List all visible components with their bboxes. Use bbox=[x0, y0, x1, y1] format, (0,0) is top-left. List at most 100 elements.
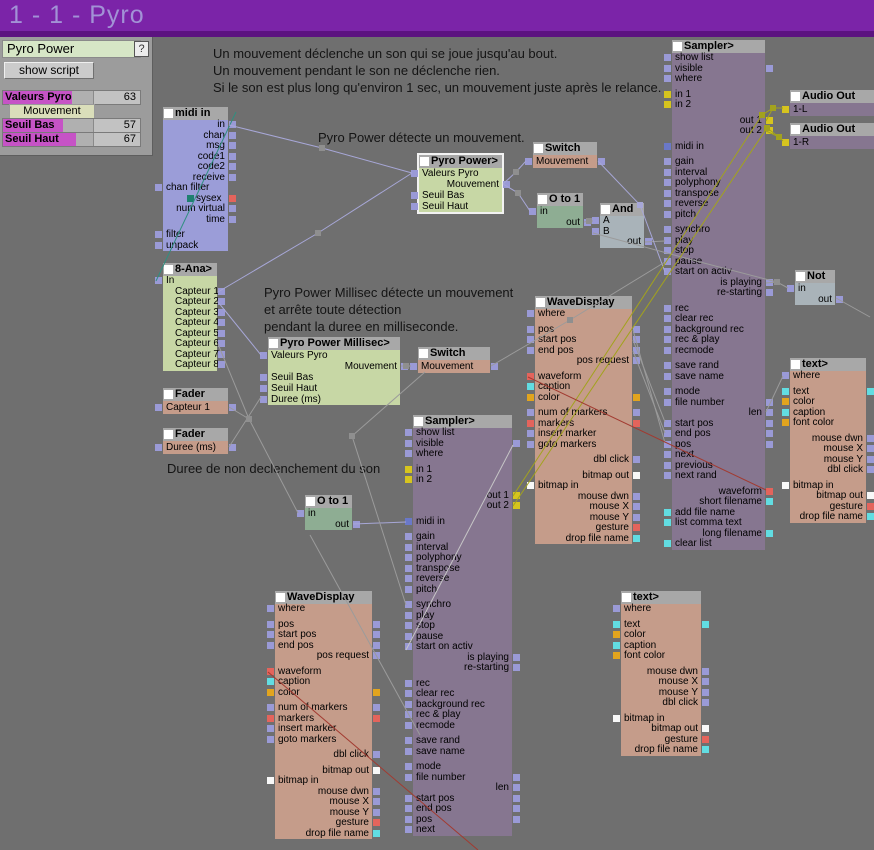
port-seuil-bas-left[interactable] bbox=[260, 374, 267, 381]
port-pos-left[interactable] bbox=[405, 816, 412, 823]
port-in-right[interactable] bbox=[229, 121, 236, 128]
panel-button-mouvement[interactable]: Mouvement bbox=[9, 104, 95, 119]
module-title-bar[interactable]: Not bbox=[795, 270, 835, 283]
port-waveform-right[interactable] bbox=[766, 488, 773, 495]
port-visible-right[interactable] bbox=[766, 65, 773, 72]
port-1-r-left[interactable] bbox=[782, 139, 789, 146]
panel-slider-seuil-haut[interactable]: Seuil Haut67 bbox=[2, 132, 141, 147]
port-rec-left[interactable] bbox=[405, 680, 412, 687]
port-font-color-left[interactable] bbox=[782, 419, 789, 426]
port-polyphony-left[interactable] bbox=[405, 554, 412, 561]
port-interval-left[interactable] bbox=[664, 169, 671, 176]
module-checkbox[interactable] bbox=[269, 339, 278, 348]
port-interval-left[interactable] bbox=[405, 544, 412, 551]
port-pitch-left[interactable] bbox=[664, 211, 671, 218]
port-pos-request-right[interactable] bbox=[633, 357, 640, 364]
module-title-bar[interactable]: text> bbox=[621, 591, 701, 604]
cable-handle[interactable] bbox=[770, 105, 776, 111]
port-capteur-1-right[interactable] bbox=[218, 288, 225, 295]
port-end-pos-left[interactable] bbox=[267, 642, 274, 649]
port-previous-left[interactable] bbox=[664, 462, 671, 469]
port-valeurs-pyro-left[interactable] bbox=[411, 170, 418, 177]
module-title-bar[interactable]: Sampler> bbox=[672, 40, 765, 53]
port-where-left[interactable] bbox=[405, 450, 412, 457]
port-save-rand-left[interactable] bbox=[405, 737, 412, 744]
port-mouse-dwn-right[interactable] bbox=[633, 493, 640, 500]
port-text-left[interactable] bbox=[782, 388, 789, 395]
port-num-of-markers-left[interactable] bbox=[527, 409, 534, 416]
port-capteur-1-left[interactable] bbox=[155, 404, 162, 411]
port-pause-left[interactable] bbox=[664, 258, 671, 265]
module-title-bar[interactable]: Audio Out bbox=[790, 90, 874, 103]
port-mouse-dwn-right[interactable] bbox=[373, 788, 380, 795]
port-mouse-x-right[interactable] bbox=[867, 445, 874, 452]
port-start-pos-right[interactable] bbox=[513, 795, 520, 802]
port-visible-left[interactable] bbox=[405, 440, 412, 447]
port-short-filename-right[interactable] bbox=[766, 498, 773, 505]
port-duree-ms-right[interactable] bbox=[229, 444, 236, 451]
port-num-of-markers-left[interactable] bbox=[267, 704, 274, 711]
module-checkbox[interactable] bbox=[791, 360, 800, 369]
port-len-right[interactable] bbox=[513, 784, 520, 791]
module-title-bar[interactable]: WaveDisplay bbox=[275, 591, 372, 604]
port-mouse-dwn-right[interactable] bbox=[702, 668, 709, 675]
port-code2-right[interactable] bbox=[229, 163, 236, 170]
port-add-file-name-left[interactable] bbox=[664, 509, 671, 516]
port-show-list-left[interactable] bbox=[664, 54, 671, 61]
port-bitmap-out-right[interactable] bbox=[633, 472, 640, 479]
port-start-pos-left[interactable] bbox=[405, 795, 412, 802]
port-text-left[interactable] bbox=[613, 621, 620, 628]
port-mouvement-left[interactable] bbox=[525, 158, 532, 165]
module-title-bar[interactable]: Pyro Power> bbox=[419, 155, 502, 168]
port-caption-left[interactable] bbox=[267, 678, 274, 685]
port-duree-ms-left[interactable] bbox=[155, 444, 162, 451]
port-chan-filter-left[interactable] bbox=[155, 184, 162, 191]
port-capteur-3-right[interactable] bbox=[218, 309, 225, 316]
module-title-bar[interactable]: WaveDisplay bbox=[535, 296, 632, 309]
port-play-left[interactable] bbox=[664, 237, 671, 244]
port-pos-left[interactable] bbox=[664, 441, 671, 448]
port-background-rec-left[interactable] bbox=[405, 701, 412, 708]
port-rec-play-left[interactable] bbox=[664, 336, 671, 343]
port-color-left[interactable] bbox=[613, 631, 620, 638]
port-pos-right[interactable] bbox=[513, 816, 520, 823]
module-checkbox[interactable] bbox=[164, 109, 173, 118]
module-title-bar[interactable]: O to 1 bbox=[537, 193, 583, 206]
port-color-right[interactable] bbox=[633, 394, 640, 401]
port-caption-left[interactable] bbox=[613, 642, 620, 649]
module-checkbox[interactable] bbox=[791, 92, 800, 101]
port-midi-in-left[interactable] bbox=[405, 518, 412, 525]
port-code1-right[interactable] bbox=[229, 153, 236, 160]
port-capteur-2-right[interactable] bbox=[218, 298, 225, 305]
port-end-pos-left[interactable] bbox=[405, 805, 412, 812]
module-checkbox[interactable] bbox=[796, 272, 805, 281]
port-clear-rec-left[interactable] bbox=[405, 690, 412, 697]
port-start-on-activ-left[interactable] bbox=[664, 268, 671, 275]
port-save-name-left[interactable] bbox=[405, 748, 412, 755]
port-font-color-left[interactable] bbox=[613, 652, 620, 659]
port-long-filename-right[interactable] bbox=[766, 530, 773, 537]
port-reverse-left[interactable] bbox=[405, 575, 412, 582]
port-a-left[interactable] bbox=[592, 217, 599, 224]
port-bitmap-in-left[interactable] bbox=[782, 482, 789, 489]
cable-handle[interactable] bbox=[315, 230, 321, 236]
port-start-pos-left[interactable] bbox=[527, 336, 534, 343]
port-polyphony-left[interactable] bbox=[664, 179, 671, 186]
module-checkbox[interactable] bbox=[536, 298, 545, 307]
port-is-playing-right[interactable] bbox=[513, 654, 520, 661]
cable-handle[interactable] bbox=[349, 433, 355, 439]
port-bitmap-in-left[interactable] bbox=[613, 715, 620, 722]
port-start-on-activ-left[interactable] bbox=[405, 643, 412, 650]
port-mode-left[interactable] bbox=[405, 763, 412, 770]
help-button[interactable]: ? bbox=[134, 41, 149, 57]
port-end-pos-right[interactable] bbox=[633, 347, 640, 354]
port-unpack-left[interactable] bbox=[155, 242, 162, 249]
port-goto-markers-left[interactable] bbox=[267, 736, 274, 743]
cable-handle[interactable] bbox=[246, 416, 252, 422]
port-save-rand-left[interactable] bbox=[664, 362, 671, 369]
port-gain-left[interactable] bbox=[664, 158, 671, 165]
port-clear-rec-left[interactable] bbox=[664, 315, 671, 322]
port-pos-left[interactable] bbox=[267, 621, 274, 628]
module-title-bar[interactable]: Audio Out bbox=[790, 123, 874, 136]
module-title-bar[interactable]: Fader bbox=[163, 388, 228, 401]
